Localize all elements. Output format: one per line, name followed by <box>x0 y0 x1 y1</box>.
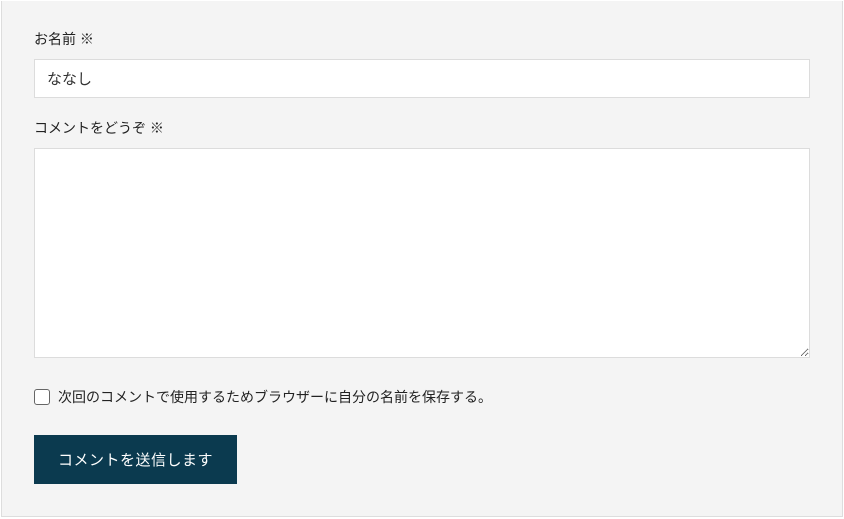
comment-field-group: コメントをどうぞ ※ <box>34 118 810 363</box>
name-input[interactable] <box>34 59 810 98</box>
name-field-group: お名前 ※ <box>34 29 810 98</box>
save-name-checkbox-row: 次回のコメントで使用するためブラウザーに自分の名前を保存する。 <box>34 387 810 407</box>
submit-button[interactable]: コメントを送信します <box>34 435 237 484</box>
comment-form-container: お名前 ※ コメントをどうぞ ※ 次回のコメントで使用するためブラウザーに自分の… <box>1 1 843 517</box>
comment-textarea[interactable] <box>34 148 810 358</box>
name-label: お名前 ※ <box>34 29 810 49</box>
comment-label: コメントをどうぞ ※ <box>34 118 810 138</box>
save-name-checkbox-label[interactable]: 次回のコメントで使用するためブラウザーに自分の名前を保存する。 <box>58 387 492 407</box>
save-name-checkbox[interactable] <box>34 389 50 405</box>
